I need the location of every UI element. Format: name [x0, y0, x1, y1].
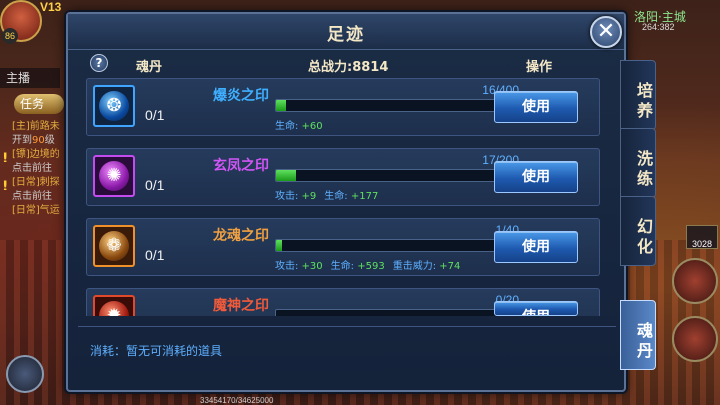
soul-pill-name: 龙魂之印 — [213, 228, 269, 244]
stat-value: +74 — [436, 261, 461, 272]
player-level: 86 — [2, 28, 18, 44]
close-button[interactable]: ✕ — [590, 16, 622, 48]
task-title[interactable]: ! [日常]刺探 — [0, 176, 66, 190]
soul-pill-icon[interactable]: ✺ — [93, 155, 135, 197]
soul-pill-icon[interactable]: ✹ — [93, 295, 135, 316]
side-tab-4[interactable]: 魂丹 — [620, 300, 656, 370]
stat-label: 生命: — [330, 261, 355, 272]
task-list: [主]前路未 开到90级! [镖]边境的 点击前往! [日常]刺探 点击前往 [日常]气运 — [0, 120, 66, 218]
help-icon[interactable]: ? — [90, 54, 108, 72]
alert-icon: ! — [2, 151, 9, 162]
soul-pill-count: 0/1 — [145, 177, 165, 193]
soul-pill-count: 0/1 — [145, 247, 165, 263]
soul-pill-name: 玄凤之印 — [213, 158, 269, 174]
side-tab-1[interactable]: 培养 — [620, 60, 656, 130]
soul-pill-orb-icon: ✺ — [99, 161, 129, 191]
soul-pill-progress-bar — [275, 239, 517, 252]
dialog-title: 足迹 — [327, 25, 365, 45]
footer-divider — [78, 326, 616, 327]
stat-label: 重击威力: — [392, 261, 437, 272]
task-detail[interactable]: 点击前往 — [0, 162, 66, 176]
header-soul-pill: 魂丹 — [136, 60, 163, 75]
soul-pill-stats: 攻击: +30 生命: +593 重击威力: +74 — [275, 257, 468, 272]
header-operation: 操作 — [526, 60, 553, 75]
task-title[interactable]: ! [镖]边境的 — [0, 148, 66, 162]
stat-value: +9 — [298, 191, 317, 202]
task-title[interactable]: [日常]气运 — [0, 204, 66, 218]
chat-toggle-button[interactable] — [6, 355, 44, 393]
soul-pill-icon[interactable]: ❁ — [93, 225, 135, 267]
use-button[interactable]: 使用 — [494, 161, 578, 193]
side-tab-3[interactable]: 幻化 — [620, 196, 656, 266]
consume-text: 消耗：暂无可消耗的道具 — [90, 344, 223, 358]
use-button[interactable]: 使用 — [494, 91, 578, 123]
task-title[interactable]: [主]前路未 — [0, 120, 66, 134]
task-button[interactable]: 任务 — [14, 94, 64, 114]
task-detail[interactable]: 点击前往 — [0, 190, 66, 204]
skill-button[interactable] — [672, 258, 718, 304]
stat-value: +30 — [298, 261, 323, 272]
alert-icon: ! — [2, 179, 9, 190]
task-detail[interactable]: 开到90级 — [0, 134, 66, 148]
use-button[interactable]: 使用 — [494, 231, 578, 263]
skill-button[interactable] — [672, 316, 718, 362]
zone-tab[interactable]: 主播 — [0, 68, 60, 88]
stat-value: +177 — [347, 191, 379, 202]
task-button-label: 任务 — [20, 97, 45, 111]
soul-pill-stats: 生命: +60 — [275, 117, 331, 132]
progress-fill — [276, 100, 286, 111]
footprint-dialog: 足迹 ? 魂丹 总战力:8814 操作 ❂ 0/1 爆炎之印 16/400 生命: +6… — [66, 12, 626, 392]
soul-pill-name: 爆炎之印 — [213, 88, 269, 104]
exp-text: 33454170/34625000 — [200, 396, 274, 405]
soul-pill-progress-bar — [275, 309, 517, 316]
stat-label: 生命: — [324, 191, 348, 202]
soul-pill-stats: 攻击: +9 生命: +177 — [275, 187, 386, 202]
vip-badge: V13 — [40, 0, 62, 14]
use-button[interactable]: 使用 — [494, 301, 578, 316]
stat-label: 攻击: — [275, 261, 299, 272]
power-count[interactable]: 3028 — [686, 225, 718, 249]
soul-pill-name: 魔神之印 — [213, 298, 269, 314]
soul-pill-count: 0/1 — [145, 107, 165, 123]
soul-pill-orb-icon: ❂ — [99, 91, 129, 121]
stat-value: +593 — [354, 261, 385, 272]
soul-pill-orb-icon: ✹ — [99, 301, 129, 316]
progress-fill — [276, 240, 282, 251]
stat-label: 攻击: — [275, 191, 299, 202]
soul-pill-progress-bar — [275, 169, 517, 182]
stat-value: +60 — [298, 121, 323, 132]
map-coords: 264:382 — [642, 22, 675, 32]
soul-pill-icon[interactable]: ❂ — [93, 85, 135, 127]
header-total-power: 总战力:8814 — [308, 60, 389, 75]
stat-label: 生命: — [275, 121, 299, 132]
side-tab-2[interactable]: 洗练 — [620, 128, 656, 198]
soul-pill-orb-icon: ❁ — [99, 231, 129, 261]
progress-fill — [276, 170, 297, 181]
soul-pill-progress-bar — [275, 99, 517, 112]
